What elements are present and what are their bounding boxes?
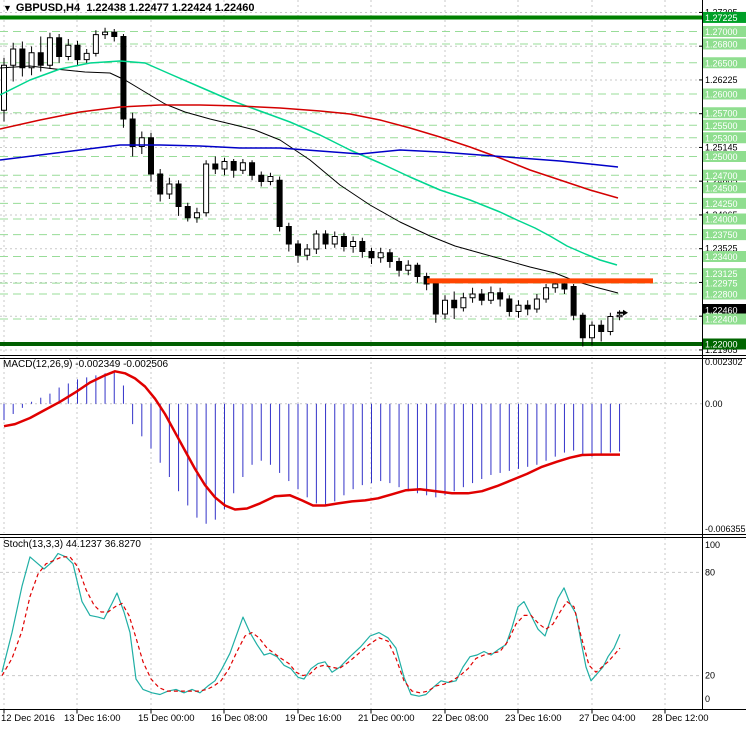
moving-averages: [0, 60, 619, 294]
candlesticks: [1, 27, 623, 347]
svg-text:19 Dec 16:00: 19 Dec 16:00: [285, 713, 342, 724]
svg-text:22 Dec 08:00: 22 Dec 08:00: [432, 713, 489, 724]
svg-text:80: 80: [705, 567, 715, 577]
svg-text:1.22800: 1.22800: [705, 290, 738, 300]
price-axis[interactable]: 1.273051.267651.262251.256851.251451.246…: [699, 7, 746, 355]
svg-text:1.25145: 1.25145: [705, 142, 738, 152]
svg-text:1.25500: 1.25500: [705, 121, 738, 131]
svg-text:23 Dec 16:00: 23 Dec 16:00: [505, 713, 562, 724]
svg-text:21 Dec 00:00: 21 Dec 00:00: [358, 713, 415, 724]
svg-text:16 Dec 08:00: 16 Dec 08:00: [211, 713, 268, 724]
svg-text:1.24500: 1.24500: [705, 183, 738, 193]
trading-chart-window: 1.273051.267651.262251.256851.251451.246…: [0, 0, 746, 731]
svg-text:1.26225: 1.26225: [705, 75, 738, 85]
svg-text:1.25300: 1.25300: [705, 133, 738, 143]
stoch-panel[interactable]: [1, 552, 621, 697]
svg-text:28 Dec 12:00: 28 Dec 12:00: [652, 713, 709, 724]
svg-text:1.24000: 1.24000: [705, 215, 738, 225]
svg-text:1.23750: 1.23750: [705, 230, 738, 240]
svg-text:1.26500: 1.26500: [705, 58, 738, 68]
svg-text:27 Dec 04:00: 27 Dec 04:00: [579, 713, 636, 724]
svg-text:1.24250: 1.24250: [705, 199, 738, 209]
svg-text:20: 20: [705, 671, 715, 681]
svg-text:1.23400: 1.23400: [705, 252, 738, 262]
symbol-title: GBPUSD,H4: [15, 2, 81, 14]
ohlc-readout: 1.22438 1.22477 1.22424 1.22460: [86, 2, 255, 14]
svg-text:1.27000: 1.27000: [705, 27, 738, 37]
grid-lines: [0, 0, 702, 709]
time-axis[interactable]: 12 Dec 2016 13 Dec 16:00 15 Dec 00:00 16 De…: [1, 713, 709, 724]
svg-text:0.00: 0.00: [705, 399, 723, 409]
panel-borders: [0, 0, 746, 714]
svg-text:1.22000: 1.22000: [705, 340, 738, 350]
stoch-indicator-label: Stoch(13,3,3) 44.1237 36.8270: [3, 539, 141, 550]
macd-panel[interactable]: [3, 370, 621, 524]
svg-text:1.22400: 1.22400: [705, 315, 738, 325]
svg-text:-0.006355: -0.006355: [705, 524, 746, 534]
svg-text:1.24700: 1.24700: [705, 171, 738, 181]
chart-header[interactable]: ▼ GBPUSD,H4 1.22438 1.22477 1.22424 1.224…: [3, 2, 254, 14]
symbol-dropdown-icon[interactable]: ▼: [3, 3, 12, 13]
svg-text:12 Dec 2016: 12 Dec 2016: [1, 713, 55, 724]
svg-text:1.25700: 1.25700: [705, 108, 738, 118]
svg-text:13 Dec 16:00: 13 Dec 16:00: [64, 713, 121, 724]
svg-text:15 Dec 00:00: 15 Dec 00:00: [138, 713, 195, 724]
svg-text:1.27225: 1.27225: [705, 13, 738, 23]
svg-text:1.26800: 1.26800: [705, 40, 738, 50]
svg-text:1.26000: 1.26000: [705, 90, 738, 100]
svg-text:0: 0: [705, 694, 710, 704]
svg-text:100: 100: [705, 540, 720, 550]
svg-text:0.002302: 0.002302: [705, 357, 743, 367]
indicator-axis-labels: 0.002302 0.00 -0.006355 100 80 20 0: [705, 357, 746, 704]
svg-text:1.25000: 1.25000: [705, 152, 738, 162]
macd-indicator-label: MACD(12,26,9) -0.002349 -0.002506: [3, 359, 169, 370]
svg-text:1.22975: 1.22975: [705, 279, 738, 289]
